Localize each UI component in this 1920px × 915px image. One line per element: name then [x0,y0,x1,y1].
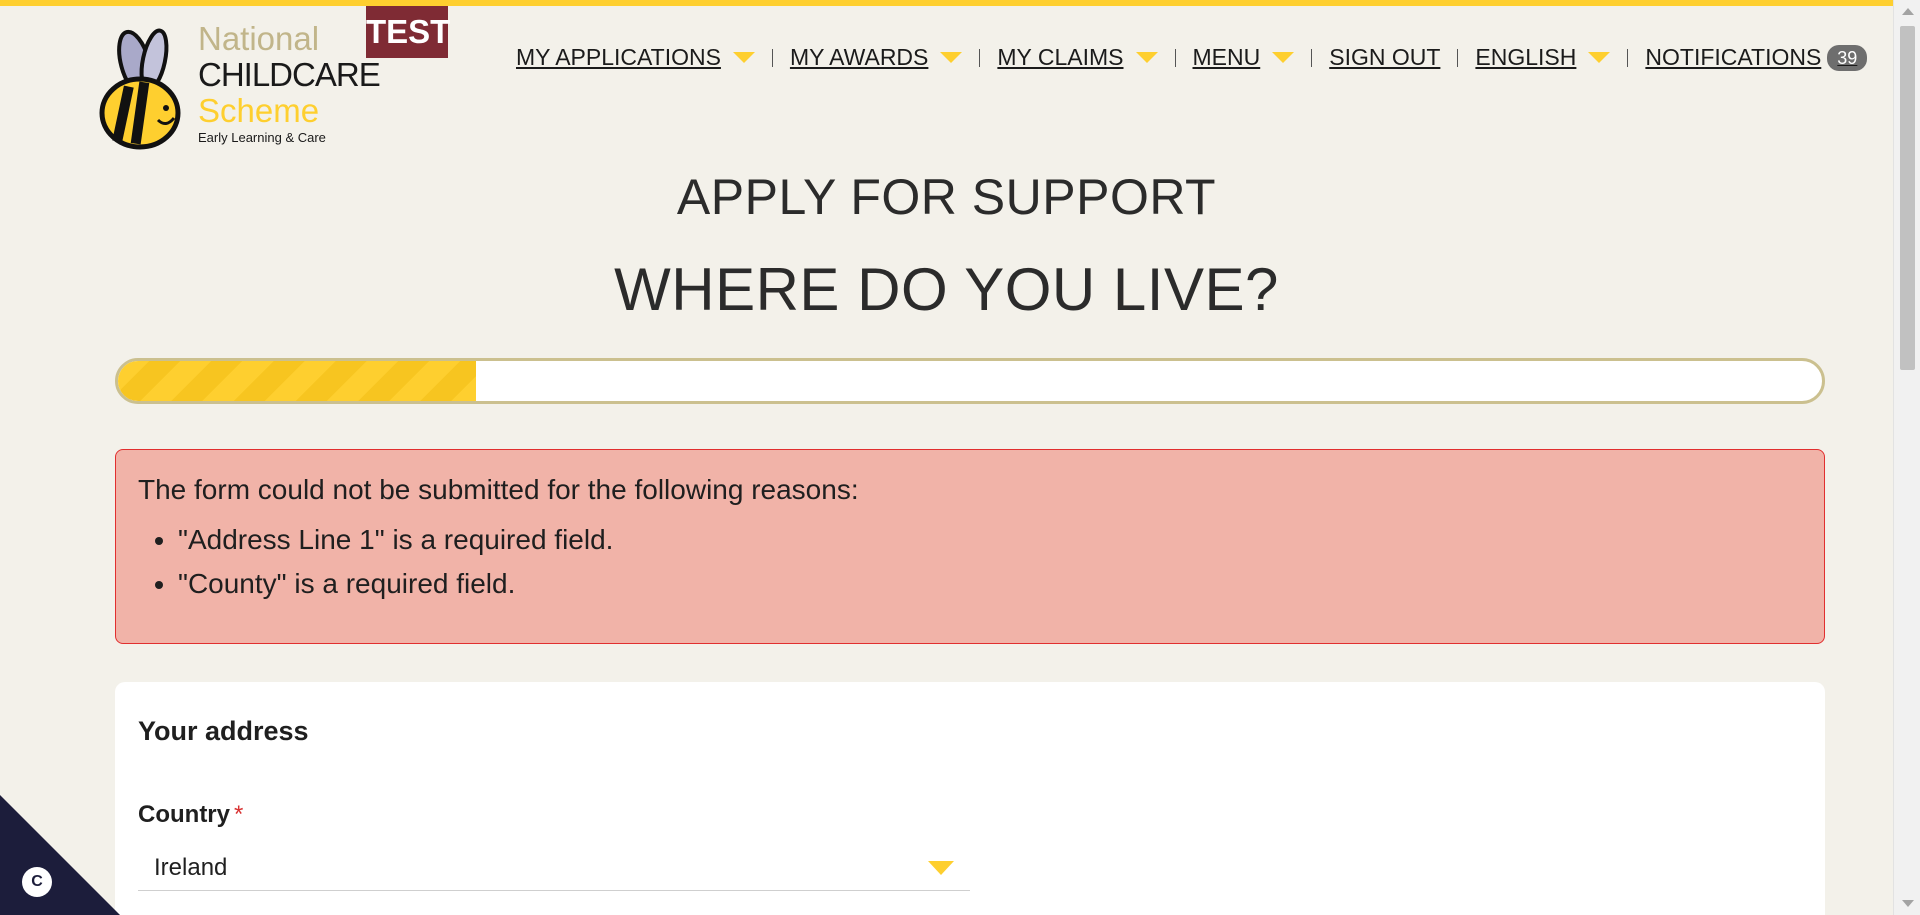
chevron-down-icon [928,860,954,875]
country-label-text: Country [138,801,230,828]
nav-label: MENU [1192,44,1261,70]
logo-text: National CHILDCARE Scheme Early Learning… [198,20,381,145]
nav-label: ENGLISH [1475,44,1577,70]
country-select-value: Ireland [154,853,228,881]
nav-label: MY CLAIMS [997,44,1124,70]
address-section-title: Your address [138,716,309,746]
scrollbar-thumb[interactable] [1900,26,1915,370]
application-progress-bar [115,358,1825,404]
error-item: "Address Line 1" is a required field. [178,524,1802,556]
error-item: "County" is a required field. [178,568,1802,600]
cookie-settings-button[interactable]: C [0,795,120,915]
nav-menu[interactable]: MENU [1193,44,1295,71]
page-title: APPLY FOR SUPPORT [676,169,1217,225]
nav-divider [1174,48,1176,67]
main-nav: MY APPLICATIONS MY AWARDS MY CLAIMS MENU… [516,44,1868,71]
nav-sign-out[interactable]: SIGN OUT [1329,44,1440,71]
test-environment-badge: TEST [366,6,450,58]
chevron-down-icon[interactable] [732,52,755,63]
notifications-count-badge: 39 [1827,44,1868,71]
nav-label: MY AWARDS [789,44,929,70]
nav-divider [1311,48,1313,67]
nav-label: MY APPLICATIONS [516,44,721,70]
required-asterisk: * [234,801,244,828]
logo-line-scheme: Scheme [198,92,320,129]
nav-label: SIGN OUT [1329,44,1441,70]
chevron-down-icon[interactable] [1135,52,1158,63]
nav-my-awards[interactable]: MY AWARDS [789,44,963,71]
page-scrollbar[interactable] [1893,0,1920,915]
nav-label: NOTIFICATIONS [1645,44,1822,70]
chevron-down-icon[interactable] [1588,52,1611,63]
bee-icon [99,28,181,150]
step-title: WHERE DO YOU LIVE? [614,256,1279,323]
national-childcare-scheme-logo[interactable]: National CHILDCARE Scheme Early Learning… [90,18,381,153]
nav-my-applications[interactable]: MY APPLICATIONS [516,44,755,71]
top-accent-strip [0,0,1893,6]
nav-divider [1457,48,1459,67]
country-select[interactable]: Ireland [138,845,970,891]
error-summary-title: The form could not be submitted for the … [138,474,859,505]
country-label: Country * [138,801,1802,829]
nav-divider [1627,48,1629,67]
chevron-down-icon[interactable] [940,52,963,63]
logo-line-childcare: CHILDCARE [198,56,381,93]
nav-notifications[interactable]: NOTIFICATIONS 39 [1645,44,1868,71]
logo-line-national: National [198,20,320,57]
form-error-summary: The form could not be submitted for the … [115,449,1825,644]
nav-language[interactable]: ENGLISH [1475,44,1611,71]
nav-divider [771,48,773,67]
chevron-down-icon[interactable] [1272,52,1295,63]
address-card: Your address Country * Ireland [115,682,1825,915]
scroll-up-arrow-icon[interactable] [1902,8,1914,15]
scroll-down-arrow-icon[interactable] [1902,900,1914,907]
nav-my-claims[interactable]: MY CLAIMS [997,44,1158,71]
logo-line-tagline: Early Learning & Care [198,130,326,145]
cookie-settings-icon: C [22,867,52,897]
nav-divider [979,48,981,67]
error-list: "Address Line 1" is a required field. "C… [138,524,1802,600]
progress-fill [118,361,476,401]
